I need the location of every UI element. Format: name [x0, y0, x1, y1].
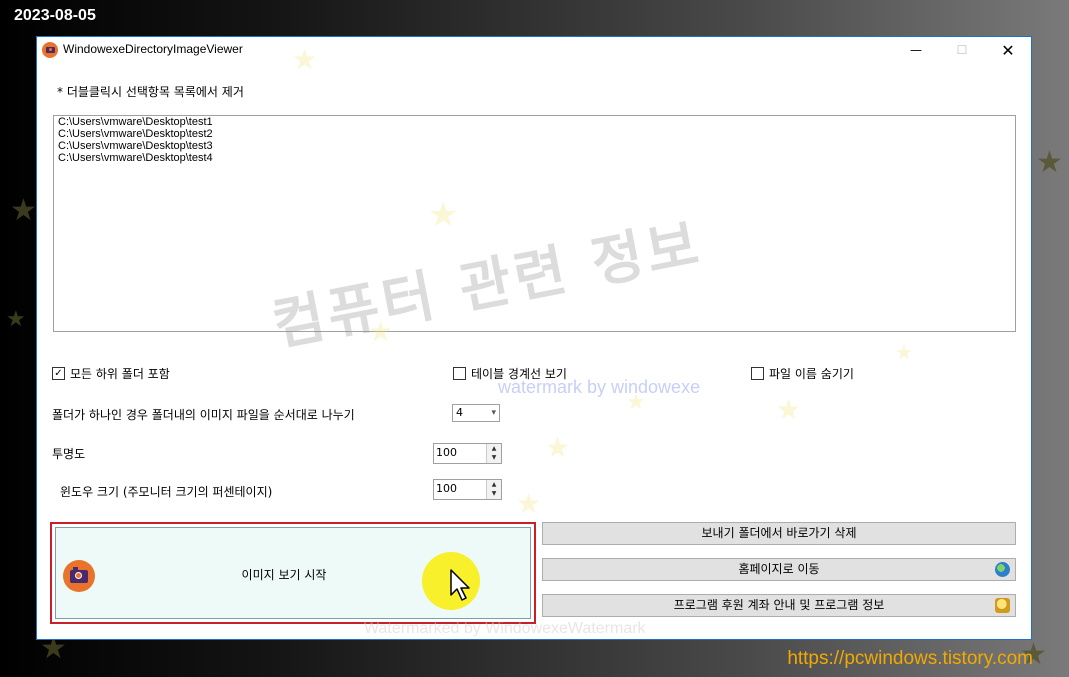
watermark-footer: Watermarked by WindowexeWatermark: [364, 620, 646, 637]
window-size-value: 100: [436, 482, 457, 495]
background-star: ★: [1036, 145, 1063, 180]
app-window: WindowexeDirectoryImageViewer — ☐ ✕ * 더블…: [36, 36, 1032, 640]
program-info-label: 프로그램 후원 계좌 안내 및 프로그램 정보: [673, 598, 885, 612]
remove-hint-label: * 더블클릭시 선택항목 목록에서 제거: [57, 85, 244, 99]
spin-down-icon[interactable]: ▼: [487, 453, 501, 462]
background-star: ★: [10, 193, 37, 228]
hide-filename-label: 파일 이름 숨기기: [769, 367, 854, 381]
program-info-button[interactable]: 프로그램 후원 계좌 안내 및 프로그램 정보: [542, 594, 1016, 617]
globe-icon: [995, 562, 1010, 577]
spin-up-icon[interactable]: ▲: [487, 480, 501, 489]
split-folder-label: 폴더가 하나인 경우 폴더내의 이미지 파일을 순서대로 나누기: [52, 408, 355, 422]
homepage-button[interactable]: 홈페이지로 이동: [542, 558, 1016, 581]
homepage-label: 홈페이지로 이동: [738, 562, 820, 576]
maximize-button[interactable]: ☐: [939, 37, 985, 63]
date-stamp: 2023-08-05: [14, 7, 96, 24]
window-title: WindowexeDirectoryImageViewer: [63, 42, 243, 56]
spin-down-icon[interactable]: ▼: [487, 489, 501, 498]
include-subfolders-label: 모든 하위 폴더 포함: [70, 367, 170, 381]
coins-icon: [995, 598, 1010, 613]
background-star: ★: [6, 307, 26, 332]
delete-shortcut-button[interactable]: 보내기 폴더에서 바로가기 삭제: [542, 522, 1016, 545]
watermark-star: ★: [428, 195, 459, 235]
minimize-button[interactable]: —: [893, 37, 939, 63]
split-count-value: 4: [456, 406, 463, 419]
checkbox-box: [453, 367, 466, 380]
opacity-value: 100: [436, 446, 457, 459]
split-count-select[interactable]: 4 ▾: [452, 404, 500, 422]
checkmark-icon: ✓: [52, 367, 65, 380]
opacity-stepper[interactable]: 100 ▲ ▼: [433, 443, 502, 464]
watermark-star: ★: [516, 487, 542, 520]
opacity-label: 투명도: [52, 447, 86, 461]
watermark-star: ★: [292, 43, 318, 76]
client-area: * 더블클릭시 선택항목 목록에서 제거 C:\Users\vmware\Des…: [37, 63, 1031, 639]
watermark-subtext: watermark by windowexe: [498, 377, 701, 397]
watermark-star: ★: [776, 393, 802, 426]
checkbox-box: [751, 367, 764, 380]
list-item[interactable]: C:\Users\vmware\Desktop\test1: [58, 116, 1011, 128]
watermark-star: ★: [895, 340, 913, 364]
site-url: https://pcwindows.tistory.com: [787, 648, 1033, 669]
chevron-down-icon: ▾: [491, 408, 496, 418]
include-subfolders-checkbox[interactable]: ✓ 모든 하위 폴더 포함: [52, 365, 170, 382]
watermark-star: ★: [545, 431, 571, 464]
hide-filename-checkbox[interactable]: 파일 이름 숨기기: [751, 365, 854, 382]
delete-shortcut-label: 보내기 폴더에서 바로가기 삭제: [701, 526, 857, 540]
spin-up-icon[interactable]: ▲: [487, 444, 501, 453]
mouse-cursor-icon: [450, 569, 470, 601]
list-item[interactable]: C:\Users\vmware\Desktop\test2: [58, 128, 1011, 140]
start-view-button[interactable]: 이미지 보기 시작: [55, 527, 531, 619]
start-button-highlight: 이미지 보기 시작: [50, 522, 536, 624]
camera-icon: [42, 42, 58, 58]
close-button[interactable]: ✕: [985, 37, 1031, 63]
list-item[interactable]: C:\Users\vmware\Desktop\test4: [58, 152, 1011, 164]
title-bar[interactable]: WindowexeDirectoryImageViewer — ☐ ✕: [37, 37, 1031, 63]
list-item[interactable]: C:\Users\vmware\Desktop\test3: [58, 140, 1011, 152]
window-size-label: 윈도우 크기 (주모니터 크기의 퍼센테이지): [60, 485, 273, 499]
window-size-stepper[interactable]: 100 ▲ ▼: [433, 479, 502, 500]
